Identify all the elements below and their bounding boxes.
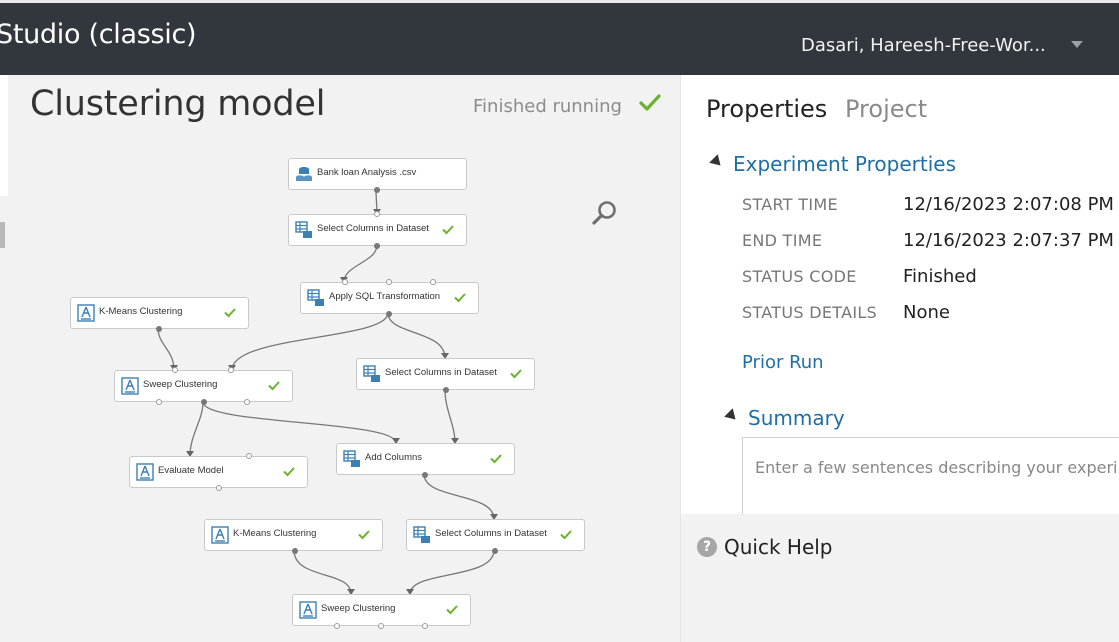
output-port[interactable] [374, 243, 380, 249]
table-transform-icon [343, 450, 360, 467]
user-account-name[interactable]: Dasari, Hareesh-Free-Wor... [801, 35, 1046, 56]
module-apply-sql-transformation[interactable]: Apply SQL Transformation [300, 279, 479, 317]
module-bank-loan-dataset[interactable]: Bank loan Analysis .csv [288, 158, 467, 193]
tab-properties[interactable]: Properties [706, 95, 827, 123]
input-port[interactable] [386, 279, 392, 285]
connection [343, 244, 378, 283]
table-transform-icon [363, 365, 380, 382]
module-label: Add Columns [365, 452, 423, 463]
model-icon [121, 377, 139, 395]
input-port[interactable] [342, 279, 348, 285]
module-evaluate-model[interactable]: Evaluate Model [129, 453, 308, 491]
check-icon [358, 530, 370, 540]
tab-project[interactable]: Project [845, 95, 927, 123]
check-icon [268, 381, 280, 391]
module-label: Apply SQL Transformation [329, 291, 441, 302]
module-label: Select Columns in Dataset [435, 528, 547, 539]
check-icon [283, 467, 295, 477]
model-icon [299, 601, 317, 619]
prop-key: STATUS CODE [742, 267, 857, 286]
experiment-properties-header[interactable]: Experiment Properties [733, 152, 956, 176]
check-icon [224, 308, 236, 318]
check-icon [560, 530, 572, 540]
output-port[interactable] [201, 399, 207, 405]
dataset-icon [296, 167, 312, 181]
input-port[interactable] [228, 367, 234, 373]
output-port[interactable] [443, 387, 449, 393]
table-transform-icon [413, 526, 430, 543]
summary-header[interactable]: Summary [748, 406, 845, 430]
help-icon[interactable]: ? [697, 537, 717, 557]
prop-key: END TIME [742, 231, 823, 250]
module-label: Sweep Clustering [143, 379, 218, 390]
module-label: Sweep Clustering [321, 603, 396, 614]
prop-value: 12/16/2023 2:07:37 PM [903, 230, 1114, 251]
output-port[interactable] [156, 326, 162, 332]
input-port[interactable] [246, 453, 252, 459]
output-port[interactable] [386, 311, 392, 317]
module-label: K-Means Clustering [99, 306, 183, 317]
prop-key: START TIME [742, 195, 838, 214]
prop-value: Finished [903, 266, 977, 287]
table-transform-icon [307, 289, 324, 306]
connection [293, 549, 352, 595]
input-port[interactable] [374, 211, 380, 217]
input-port[interactable] [156, 399, 162, 405]
output-port[interactable] [422, 472, 428, 478]
module-sweep-clustering[interactable]: Sweep Clustering [114, 367, 293, 405]
module-select-columns[interactable]: Select Columns in Dataset [406, 519, 585, 554]
quick-help-panel [681, 514, 1119, 642]
connection [387, 312, 446, 359]
input-port[interactable] [378, 623, 384, 629]
model-icon [211, 526, 229, 544]
output-port[interactable] [292, 548, 298, 554]
model-icon [77, 304, 95, 322]
module-label: Evaluate Model [158, 465, 224, 476]
connection [202, 401, 397, 444]
input-port[interactable] [244, 399, 250, 405]
module-sweep-clustering[interactable]: Sweep Clustering [292, 594, 471, 629]
module-select-columns[interactable]: Select Columns in Dataset [288, 211, 467, 249]
chevron-down-icon[interactable] [1071, 41, 1083, 48]
module-add-columns[interactable]: Add Columns [336, 443, 515, 478]
input-port[interactable] [216, 485, 222, 491]
module-label: Select Columns in Dataset [317, 223, 429, 234]
input-port[interactable] [334, 623, 340, 629]
output-port[interactable] [374, 187, 380, 193]
input-port[interactable] [422, 623, 428, 629]
table-transform-icon [295, 221, 312, 238]
module-k-means-clustering[interactable]: K-Means Clustering [70, 297, 249, 332]
check-icon [490, 454, 502, 464]
prior-run-link[interactable]: Prior Run [742, 352, 824, 373]
output-port[interactable] [492, 548, 498, 554]
connection [444, 389, 456, 444]
check-icon [454, 293, 466, 303]
check-icon [510, 369, 522, 379]
module-label: K-Means Clustering [233, 528, 317, 539]
prop-value: 12/16/2023 2:07:08 PM [903, 194, 1114, 215]
module-select-columns[interactable]: Select Columns in Dataset [356, 358, 535, 393]
model-icon [136, 463, 154, 481]
connection [189, 401, 204, 457]
connection [409, 549, 495, 595]
connection [157, 327, 175, 371]
module-label: Select Columns in Dataset [385, 367, 497, 378]
module-k-means-clustering[interactable]: K-Means Clustering [204, 519, 383, 554]
check-icon [442, 225, 454, 235]
input-port[interactable] [172, 367, 178, 373]
prop-key: STATUS DETAILS [742, 303, 878, 322]
module-label: Bank loan Analysis .csv [317, 167, 417, 178]
input-port[interactable] [430, 279, 436, 285]
quick-help-title[interactable]: Quick Help [724, 535, 833, 559]
check-icon [446, 605, 458, 615]
prop-value: None [903, 302, 950, 323]
connection [423, 473, 495, 520]
